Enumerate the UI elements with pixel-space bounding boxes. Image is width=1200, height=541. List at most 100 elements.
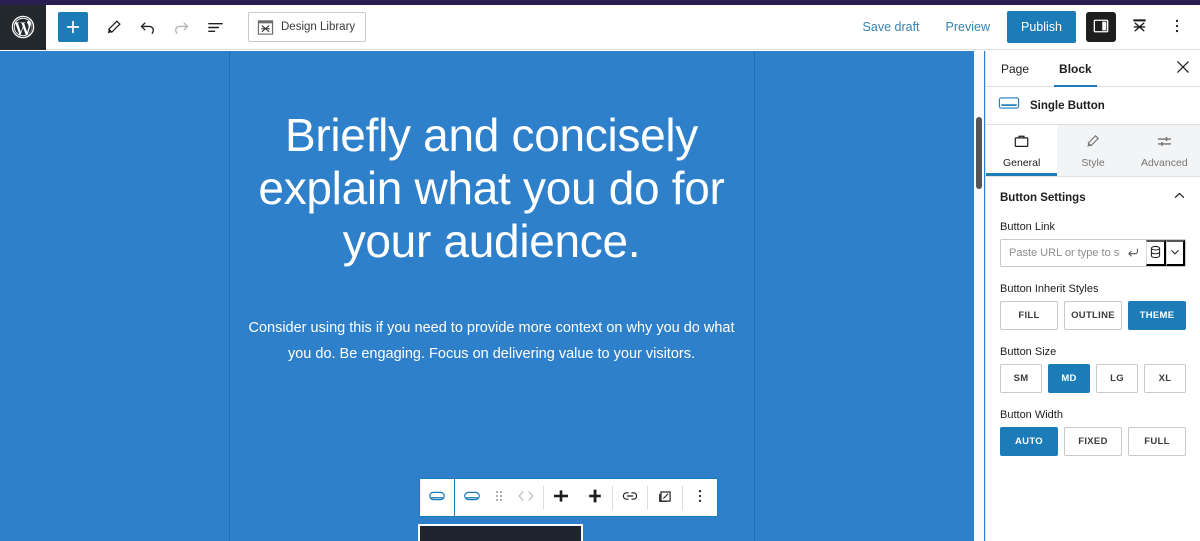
canvas-scrollbar-thumb[interactable] — [976, 117, 982, 189]
editor-canvas: Briefly and concisely explain what you d… — [0, 51, 985, 541]
hero-inner-container: Briefly and concisely explain what you d… — [229, 51, 754, 541]
subtab-general[interactable]: General — [986, 125, 1058, 176]
button-link-input[interactable] — [1001, 240, 1127, 266]
publish-button[interactable]: Publish — [1007, 11, 1076, 43]
button-size-group: SM MD LG XL — [1000, 364, 1186, 393]
tab-block[interactable]: Block — [1044, 51, 1107, 87]
align-vertical-button[interactable] — [578, 479, 612, 516]
button-inherit-styles-label: Button Inherit Styles — [1000, 283, 1099, 295]
undo-button[interactable] — [130, 10, 164, 44]
plus-icon — [65, 19, 81, 35]
subtab-advanced-label: Advanced — [1140, 156, 1188, 169]
preview-button[interactable]: Preview — [933, 11, 1003, 43]
button-size-xl[interactable]: XL — [1144, 364, 1186, 393]
parent-block-button[interactable] — [420, 479, 454, 516]
drag-dots-icon — [493, 487, 505, 508]
hero-paragraph[interactable]: Consider using this if you need to provi… — [239, 315, 744, 367]
sidebar-subtabs: General Style Advanced — [986, 125, 1200, 177]
link-button[interactable] — [613, 479, 647, 516]
hero-heading[interactable]: Briefly and concisely explain what you d… — [252, 109, 732, 268]
button-block-icon — [427, 486, 447, 509]
cta-button-wrapper: Call To Action — [418, 524, 583, 541]
editor-header: Design Library Save draft Preview Publis… — [0, 4, 1200, 50]
list-view-icon — [206, 18, 225, 37]
button-size-sm[interactable]: SM — [1000, 364, 1042, 393]
redo-button[interactable] — [164, 10, 198, 44]
inherit-style-outline[interactable]: OUTLINE — [1064, 301, 1122, 330]
button-width-fixed[interactable]: FIXED — [1064, 427, 1122, 456]
button-block-icon — [462, 486, 482, 509]
close-sidebar-button[interactable] — [1166, 51, 1200, 86]
selected-block-row: Single Button — [986, 87, 1200, 125]
button-block-icon — [998, 95, 1020, 116]
list-view-button[interactable] — [198, 10, 232, 44]
sidebar-tabs: Page Block — [986, 51, 1200, 87]
subtab-style-label: Style — [1081, 156, 1105, 169]
chevron-down-icon — [1169, 246, 1181, 261]
link-icon — [620, 486, 640, 509]
vertical-dots-icon — [1168, 17, 1186, 38]
chevron-left-right-icon — [514, 487, 538, 508]
block-more-options-button[interactable] — [683, 479, 717, 516]
move-blocks-button[interactable] — [509, 479, 543, 516]
button-size-lg[interactable]: LG — [1096, 364, 1138, 393]
inherit-style-theme[interactable]: THEME — [1128, 301, 1186, 330]
edit-mode-button[interactable] — [96, 10, 130, 44]
copy-icon — [655, 486, 675, 509]
wordpress-logo-button[interactable] — [0, 4, 46, 50]
duplicate-button[interactable] — [648, 479, 682, 516]
vertical-dots-icon — [691, 487, 709, 508]
wordpress-logo-icon — [11, 15, 35, 39]
subtab-advanced[interactable]: Advanced — [1128, 125, 1200, 176]
pencil-icon — [104, 18, 123, 37]
design-library-icon — [257, 19, 274, 36]
button-width-label: Button Width — [1000, 409, 1063, 421]
tab-page[interactable]: Page — [986, 51, 1044, 86]
more-options-button[interactable] — [1162, 12, 1192, 42]
close-icon — [1176, 60, 1190, 77]
block-type-button[interactable] — [455, 479, 489, 516]
button-size-label: Button Size — [1000, 346, 1057, 358]
canvas-scrollbar[interactable] — [974, 51, 984, 541]
drag-handle[interactable] — [489, 479, 509, 516]
add-block-button[interactable] — [58, 12, 88, 42]
link-database-button[interactable] — [1146, 240, 1166, 266]
design-library-button[interactable]: Design Library — [248, 12, 367, 42]
button-link-label: Button Link — [1000, 221, 1056, 233]
link-options-dropdown-button[interactable] — [1165, 240, 1185, 266]
button-size-md[interactable]: MD — [1048, 364, 1090, 393]
settings-sidebar: Page Block Single Button General Style A… — [985, 51, 1200, 541]
align-vertical-icon — [585, 486, 605, 509]
button-settings-header[interactable]: Button Settings — [1000, 189, 1186, 207]
subtab-style[interactable]: Style — [1057, 125, 1129, 176]
sliders-icon — [1156, 133, 1173, 153]
button-width-auto[interactable]: AUTO — [1000, 427, 1058, 456]
pencil-icon — [1084, 133, 1101, 153]
design-library-label: Design Library — [281, 21, 356, 33]
hero-cover-block[interactable]: Briefly and concisely explain what you d… — [0, 51, 985, 541]
redo-arrow-icon — [172, 18, 191, 37]
button-link-row — [1000, 239, 1186, 267]
button-settings-title: Button Settings — [1000, 192, 1086, 204]
column-guide-right — [754, 51, 755, 541]
align-horizontal-icon — [551, 486, 571, 509]
save-draft-button[interactable]: Save draft — [850, 11, 933, 43]
database-icon — [1149, 245, 1162, 262]
subtab-general-label: General — [1002, 156, 1041, 169]
submit-link-icon[interactable] — [1126, 240, 1146, 266]
undo-arrow-icon — [138, 18, 157, 37]
button-width-full[interactable]: FULL — [1128, 427, 1186, 456]
sidebar-panel-icon — [1092, 17, 1110, 38]
design-library-header-icon-button[interactable] — [1124, 12, 1154, 42]
settings-sidebar-toggle-button[interactable] — [1086, 12, 1116, 42]
align-horizontal-button[interactable] — [544, 479, 578, 516]
header-left-tools: Design Library — [46, 10, 367, 44]
inherit-style-fill[interactable]: FILL — [1000, 301, 1058, 330]
block-toolbar — [419, 478, 718, 517]
button-width-group: AUTO FIXED FULL — [1000, 427, 1186, 456]
call-to-action-button[interactable]: Call To Action — [418, 524, 583, 541]
chevron-up-icon — [1173, 189, 1186, 207]
selected-block-label: Single Button — [1030, 99, 1105, 112]
block-toolbar-parent-group — [419, 478, 454, 517]
header-right-tools: Save draft Preview Publish — [850, 11, 1200, 43]
